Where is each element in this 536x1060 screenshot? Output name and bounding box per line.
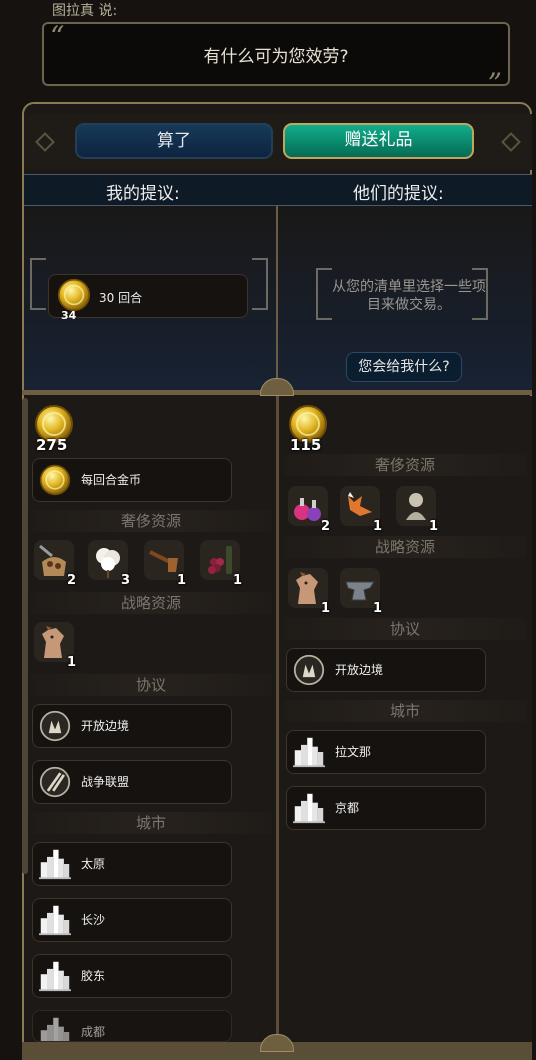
war-alliance-item[interactable]: 战争联盟 bbox=[32, 760, 232, 804]
per-turn-gold-label: 每回合金币 bbox=[81, 473, 142, 487]
item-count: 1 bbox=[372, 519, 382, 534]
war-alliance-icon bbox=[39, 766, 71, 798]
their-offer-title: 他们的提议: bbox=[353, 184, 444, 204]
luxury-item-coffee[interactable]: 2 bbox=[34, 540, 78, 588]
empty-offer-hint: 从您的清单里选择一些项目来做交易。 bbox=[332, 279, 486, 313]
open-borders-item[interactable]: 开放边境 bbox=[286, 648, 486, 692]
item-count: 1 bbox=[320, 601, 330, 616]
give-gift-button[interactable]: 赠送礼品 bbox=[283, 123, 474, 159]
my-gold-amount: 275 bbox=[36, 436, 68, 454]
offered-gold-count: 34 bbox=[61, 309, 77, 322]
item-count: 1 bbox=[372, 601, 382, 616]
item-count: 1 bbox=[232, 573, 242, 588]
column-separator bbox=[276, 396, 279, 1044]
strategic-header: 战略资源 bbox=[284, 536, 526, 558]
strategic-header: 战略资源 bbox=[30, 592, 272, 614]
city-icon bbox=[39, 1016, 71, 1042]
luxury-header: 奢侈资源 bbox=[30, 510, 272, 532]
luxury-item-statue[interactable]: 1 bbox=[396, 486, 440, 534]
luxury-item-perfume[interactable]: 2 bbox=[288, 486, 332, 534]
city-item[interactable]: 成都 bbox=[32, 1010, 232, 1042]
agreement-label: 开放边境 bbox=[81, 719, 130, 733]
offered-gold-label: 30 回合 bbox=[99, 291, 143, 305]
city-label: 京都 bbox=[335, 801, 360, 815]
open-borders-icon bbox=[39, 710, 71, 742]
luxury-item-cotton[interactable]: 3 bbox=[88, 540, 132, 588]
luxury-item-fur[interactable]: 1 bbox=[340, 486, 384, 534]
city-label: 长沙 bbox=[81, 913, 106, 927]
agreement-label: 战争联盟 bbox=[81, 775, 130, 789]
bracket-icon bbox=[30, 258, 46, 310]
list-scrollbar[interactable] bbox=[22, 398, 28, 874]
their-gold-amount: 115 bbox=[290, 436, 322, 454]
item-count: 2 bbox=[320, 519, 330, 534]
city-label: 胶东 bbox=[81, 969, 106, 983]
offered-gold-item[interactable]: 34 30 回合 bbox=[48, 274, 248, 322]
city-label: 成都 bbox=[81, 1025, 106, 1039]
close-quote-icon: ” bbox=[487, 67, 502, 100]
my-gold-tile[interactable]: 275 bbox=[34, 404, 78, 454]
my-items-list[interactable]: 275 每回合金币 奢侈资源 2 3 1 1 战略资源 1 协议 开放边境 战争… bbox=[26, 396, 276, 1042]
gold-coin-icon bbox=[39, 464, 71, 496]
luxury-item-tobacco[interactable]: 1 bbox=[144, 540, 188, 588]
item-count: 1 bbox=[66, 655, 76, 670]
agreement-header: 协议 bbox=[284, 618, 526, 640]
city-item[interactable]: 胶东 bbox=[32, 954, 232, 998]
speaker-label: 图拉真 说: bbox=[52, 3, 118, 19]
my-offer-area[interactable]: 34 30 回合 bbox=[24, 206, 278, 390]
strategic-item-horse[interactable]: 1 bbox=[34, 622, 78, 670]
speech-text: 有什么可为您效劳? bbox=[203, 47, 349, 67]
city-item[interactable]: 太原 bbox=[32, 842, 232, 886]
city-item[interactable]: 拉文那 bbox=[286, 730, 486, 774]
divider bbox=[22, 378, 532, 396]
city-label: 太原 bbox=[81, 857, 106, 871]
agreement-header: 协议 bbox=[30, 674, 272, 696]
item-count: 1 bbox=[176, 573, 186, 588]
ornament-icon bbox=[501, 132, 521, 152]
city-header: 城市 bbox=[284, 700, 526, 722]
strategic-item-horse[interactable]: 1 bbox=[288, 568, 332, 616]
city-item[interactable]: 长沙 bbox=[32, 898, 232, 942]
my-offer-title: 我的提议: bbox=[106, 184, 180, 204]
city-icon bbox=[39, 960, 71, 992]
cancel-button[interactable]: 算了 bbox=[75, 123, 273, 159]
what-will-you-give-button[interactable]: 您会给我什么? bbox=[346, 352, 462, 382]
item-count: 3 bbox=[120, 573, 130, 588]
open-borders-icon bbox=[293, 654, 325, 686]
luxury-item-wine[interactable]: 1 bbox=[200, 540, 244, 588]
bracket-icon bbox=[316, 268, 332, 320]
item-count: 1 bbox=[428, 519, 438, 534]
strategic-item-iron[interactable]: 1 bbox=[340, 568, 384, 616]
offer-header: 我的提议: 他们的提议: bbox=[24, 174, 532, 206]
city-header: 城市 bbox=[30, 812, 272, 834]
item-count: 2 bbox=[66, 573, 76, 588]
city-icon bbox=[39, 848, 71, 880]
city-icon bbox=[39, 904, 71, 936]
bottom-frame bbox=[22, 1034, 532, 1060]
agreement-label: 开放边境 bbox=[335, 663, 384, 677]
their-gold-tile[interactable]: 115 bbox=[288, 404, 332, 454]
speech-box: “ 有什么可为您效劳? ” bbox=[42, 20, 510, 100]
luxury-header: 奢侈资源 bbox=[284, 454, 526, 476]
bracket-icon bbox=[252, 258, 268, 310]
city-icon bbox=[293, 736, 325, 768]
city-item[interactable]: 京都 bbox=[286, 786, 486, 830]
city-icon bbox=[293, 792, 325, 824]
open-borders-item[interactable]: 开放边境 bbox=[32, 704, 232, 748]
ornament-icon bbox=[35, 132, 55, 152]
city-label: 拉文那 bbox=[335, 745, 372, 759]
per-turn-gold-item[interactable]: 每回合金币 bbox=[32, 458, 232, 502]
gold-coin-icon bbox=[57, 278, 91, 312]
their-items-list[interactable]: 115 奢侈资源 2 1 1 战略资源 1 1 协议 开放边境 城市 拉文那 京… bbox=[280, 396, 532, 1042]
